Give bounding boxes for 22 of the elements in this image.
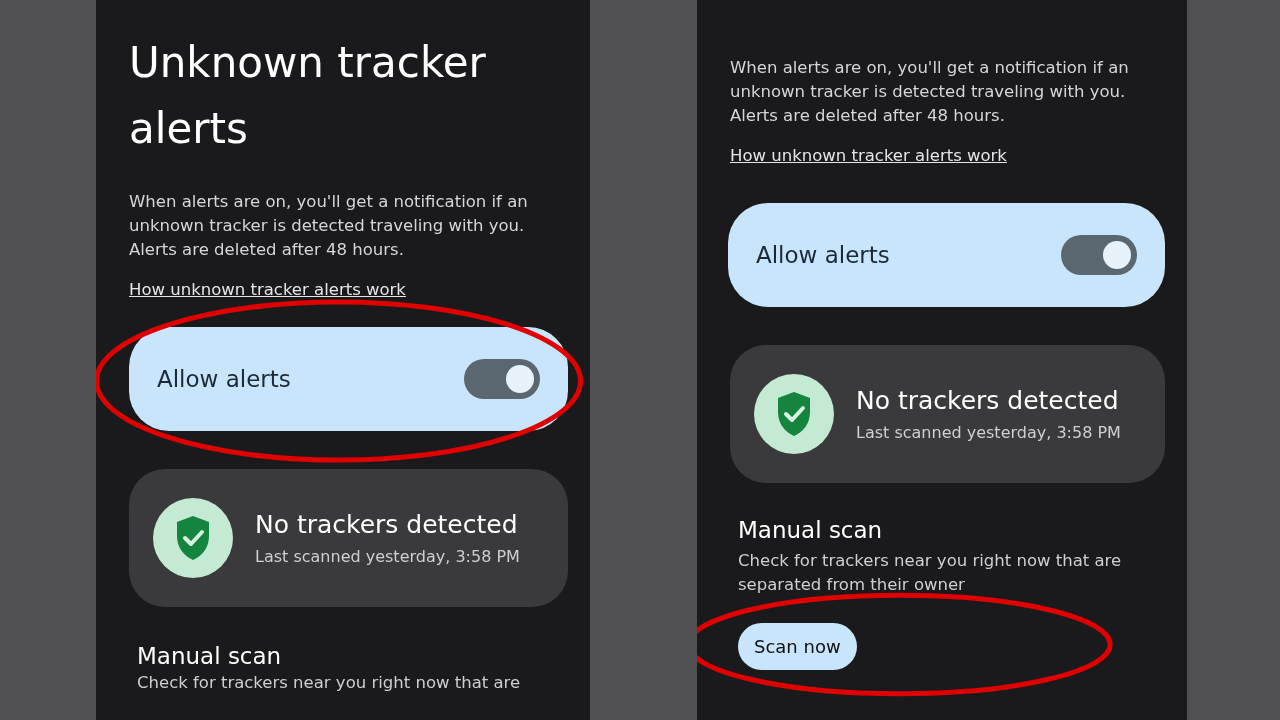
status-title: No trackers detected <box>255 510 519 539</box>
page-title: Unknown tracker alerts <box>129 37 487 155</box>
shield-check-icon <box>754 374 834 454</box>
shield-check-icon <box>153 498 233 578</box>
scan-button[interactable]: Scan now <box>738 623 857 670</box>
toggle-switch[interactable] <box>464 359 540 399</box>
toggle-label: Allow alerts <box>157 366 291 392</box>
section-title: Manual scan <box>137 643 283 669</box>
toggle-label: Allow alerts <box>756 242 890 268</box>
help-link[interactable]: How unknown tracker alerts work <box>129 280 406 299</box>
status-title: No trackers detected <box>856 386 1120 415</box>
status-subtitle: Last scanned yesterday, 3:58 PM <box>856 423 1121 442</box>
toggle-card[interactable]: Allow alerts <box>728 203 1165 307</box>
section-description: Check for trackers near you right now that are separated from their owner <box>738 550 1123 596</box>
toggle-card[interactable]: Allow alerts <box>129 327 568 431</box>
status-subtitle: Last scanned yesterday, 3:58 PM <box>255 547 520 566</box>
description-text: When alerts are on, you'll get a notification if an unknown tracker is detected traveling with you. Alerts are deleted after 48 hours. <box>730 57 1130 127</box>
section-description: Check for trackers near you right now that are <box>137 672 522 694</box>
toggle-switch[interactable] <box>1061 235 1137 275</box>
help-link[interactable]: How unknown tracker alerts work <box>730 146 1007 165</box>
description-text: When alerts are on, you'll get a notification if an unknown tracker is detected traveling with you. Alerts are deleted after 48 hours. <box>129 191 529 261</box>
section-title: Manual scan <box>738 517 884 543</box>
